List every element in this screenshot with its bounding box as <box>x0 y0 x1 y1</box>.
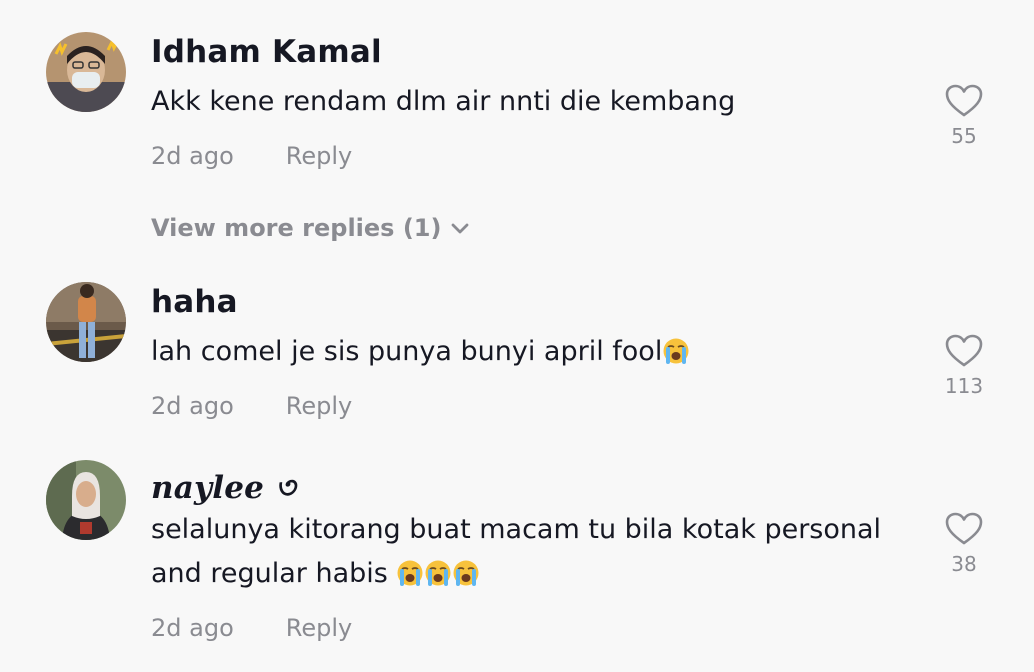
comment-text-line: and regular habis <box>151 552 911 596</box>
reply-button[interactable]: Reply <box>286 392 352 420</box>
comment-text: Akk kene rendam dlm air nnti die kembang <box>151 86 736 117</box>
avatar[interactable] <box>46 460 126 540</box>
chevron-down-icon <box>452 223 469 234</box>
reply-button[interactable]: Reply <box>286 142 352 170</box>
comment-meta: 2d ago Reply <box>151 392 352 420</box>
comment-text-body: lah comel je sis punya bunyi april fool <box>151 336 663 367</box>
comment-text: lah comel je sis punya bunyi april fool <box>151 330 911 374</box>
like-control: 113 <box>938 334 990 398</box>
heart-icon[interactable] <box>945 84 983 118</box>
like-count: 113 <box>944 374 984 398</box>
like-control: 38 <box>938 512 990 576</box>
comment-meta: 2d ago Reply <box>151 614 352 642</box>
comment-text-line: selalunya kitorang buat macam tu bila ko… <box>151 514 882 545</box>
comment-time: 2d ago <box>151 142 234 170</box>
comment-time: 2d ago <box>151 614 234 642</box>
comment-username[interactable]: haha <box>151 284 238 320</box>
avatar[interactable] <box>46 282 126 362</box>
comment-text: selalunya kitorang buat macam tu bila ko… <box>151 508 911 596</box>
like-count: 38 <box>951 552 977 576</box>
comment-meta: 2d ago Reply <box>151 142 352 170</box>
heart-icon[interactable] <box>945 512 983 546</box>
loudly-crying-face-icon <box>397 560 423 586</box>
loudly-crying-face-icon <box>453 560 479 586</box>
view-more-replies-button[interactable]: View more replies (1) <box>151 214 469 242</box>
comment-text-body: and regular habis <box>151 558 388 589</box>
like-control: 55 <box>938 84 990 148</box>
avatar[interactable] <box>46 32 126 112</box>
comment-username[interactable]: Idham Kamal <box>151 34 382 70</box>
reply-button[interactable]: Reply <box>286 614 352 642</box>
loudly-crying-face-icon <box>425 560 451 586</box>
loudly-crying-face-icon <box>663 338 689 364</box>
heart-icon[interactable] <box>945 334 983 368</box>
like-count: 55 <box>951 124 977 148</box>
view-more-replies-label: View more replies (1) <box>151 214 442 242</box>
comment-time: 2d ago <box>151 392 234 420</box>
